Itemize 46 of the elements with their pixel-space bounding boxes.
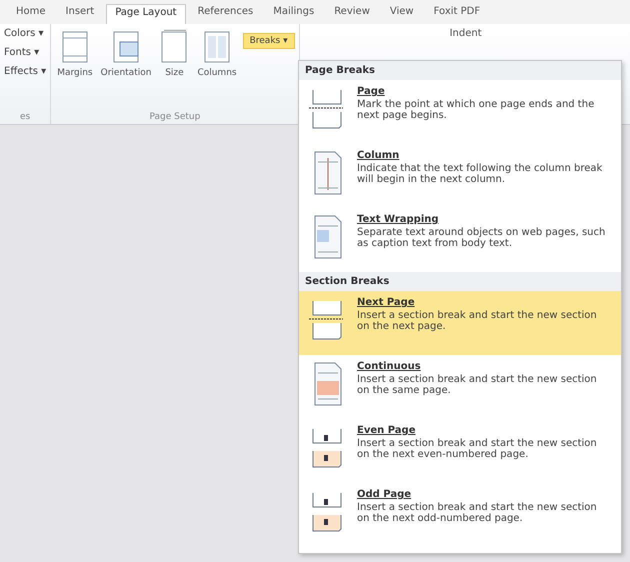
- menu-item-description: Indicate that the text following the column break will begin in the next column.: [357, 163, 604, 185]
- theme-option[interactable]: Colors ▾: [4, 28, 46, 39]
- menu-item-description: Insert a section break and start the new section on the next odd-numbered page.: [357, 502, 598, 524]
- menu-item-title: Page: [357, 86, 386, 97]
- size-icon: [159, 30, 190, 64]
- ribbon-tab[interactable]: Insert: [58, 4, 102, 24]
- columns-icon: [202, 30, 232, 64]
- ribbon-button[interactable]: Size: [157, 28, 192, 80]
- ribbon-button[interactable]: Columns: [195, 28, 239, 80]
- menu-item[interactable]: Even Page Insert a section break and start the new section on the next even-numbered page.: [299, 419, 621, 483]
- ribbon-tab[interactable]: Mailings: [265, 4, 322, 24]
- menu-item[interactable]: Page Mark the point at which one page ends and the next page begins.: [299, 80, 621, 144]
- menu-item-title: Odd Page: [357, 489, 412, 500]
- menu-item-title: Text Wrapping: [357, 214, 440, 225]
- menu-item-title: Next Page: [357, 297, 416, 308]
- ribbon-tab[interactable]: Review: [326, 4, 378, 24]
- menu-item-description: Mark the point at which one page ends and the next page begins.: [357, 99, 596, 121]
- menu-item[interactable]: Next Page Insert a section break and start the new section on the next page.: [299, 291, 621, 355]
- ribbon-tab[interactable]: Home: [8, 4, 54, 24]
- menu-section-header: Page Breaks: [299, 61, 621, 80]
- ribbon-tab[interactable]: Foxit PDF: [426, 4, 488, 24]
- group-label: Page Setup: [148, 112, 202, 122]
- ribbon-button[interactable]: Orientation: [98, 28, 154, 80]
- orientation-icon: [111, 30, 142, 64]
- menu-item[interactable]: Text Wrapping Separate text around objects on web pages, such as caption text from body text.: [299, 208, 621, 272]
- breaks-button[interactable]: Breaks ▾: [242, 33, 295, 49]
- menu-item-description: Insert a section break and start the new section on the same page.: [357, 374, 598, 396]
- ribbon-tab[interactable]: References: [190, 4, 262, 24]
- menu-section-header: Section Breaks: [299, 272, 621, 291]
- menu-item-title: Column: [357, 150, 400, 161]
- menu-item[interactable]: Odd Page Insert a section break and start the new section on the next odd-numbered page.: [299, 483, 621, 547]
- indent-label: Indent: [450, 28, 482, 39]
- ribbon-tab[interactable]: Page Layout: [106, 4, 186, 24]
- theme-option[interactable]: Fonts ▾: [4, 47, 46, 58]
- menu-item-description: Separate text around objects on web pages, such as caption text from body text.: [357, 227, 606, 249]
- menu-item-description: Insert a section break and start the new section on the next page.: [357, 310, 598, 332]
- menu-item-title: Continuous: [357, 361, 422, 372]
- menu-item[interactable]: Continuous Insert a section break and start the new section on the same page.: [299, 355, 621, 419]
- menu-item-title: Even Page: [357, 425, 416, 436]
- group-label: es: [18, 112, 32, 122]
- menu-item[interactable]: Column Indicate that the text following the column break will begin in the next column.: [299, 144, 621, 208]
- menu-item-description: Insert a section break and start the new section on the next even-numbered page.: [357, 438, 598, 460]
- ribbon-tab[interactable]: View: [382, 4, 422, 24]
- margins-icon: [60, 30, 90, 64]
- ribbon-button[interactable]: Margins: [55, 28, 95, 80]
- theme-option[interactable]: Effects ▾: [4, 66, 46, 77]
